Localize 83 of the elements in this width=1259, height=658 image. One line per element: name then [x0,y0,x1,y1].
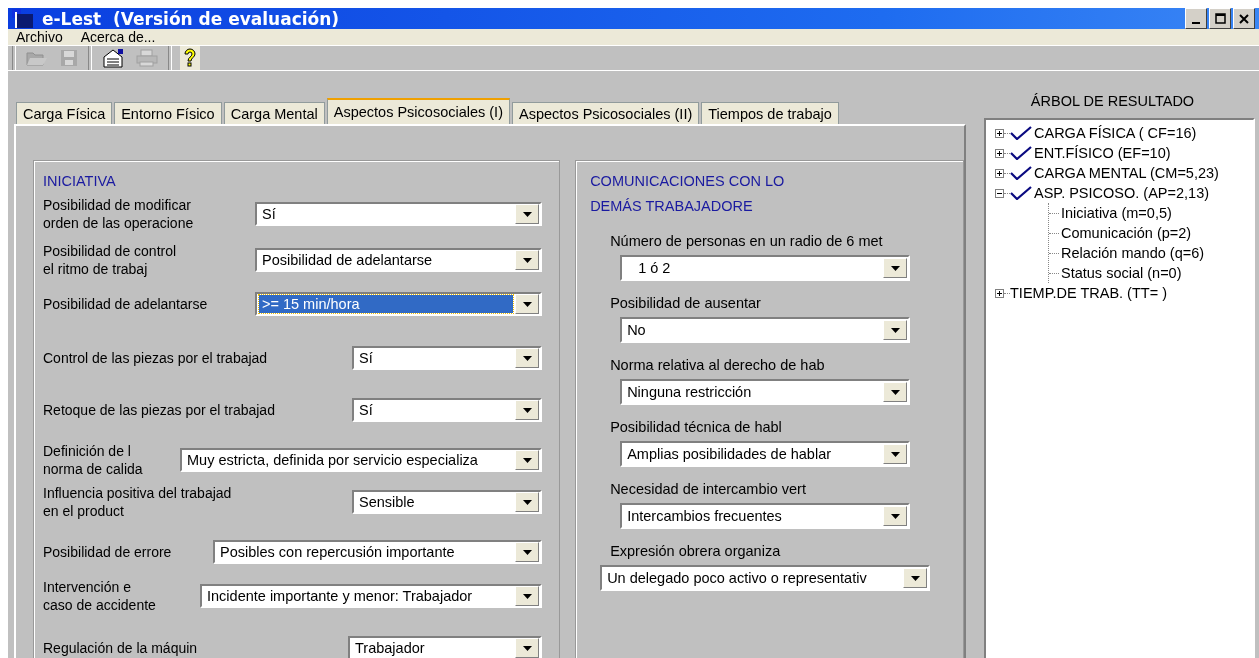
tab[interactable]: Carga Física [16,102,113,124]
field-label: Posibilidad de adelantarse [43,295,209,313]
dropdown[interactable]: No [620,317,911,343]
field-label: Norma relativa al derecho de hab [610,357,826,373]
menu-item[interactable]: Archivo [16,29,63,45]
expand-icon[interactable] [995,148,1004,158]
tree-item[interactable]: ENT.FÍSICO (EF=10) [1034,145,1171,161]
dropdown-arrow-icon [890,327,900,333]
tree-heading: ÁRBOL DE RESULTADO [1030,92,1195,110]
dropdown-arrow-icon [522,257,532,263]
tab[interactable]: Aspectos Psicosociales (II) [512,102,700,124]
close-button[interactable] [1233,8,1255,29]
field-label: Posibilidad de modificar orden de las operacione [43,196,195,232]
field-label: Influencia positiva del trabajad en el product [43,484,233,520]
tree-item[interactable]: Comunicación (p=2) [1061,225,1192,241]
dropdown[interactable]: Posibilidad de adelantarse [255,248,543,272]
dropdown-arrow-icon [890,265,900,271]
maximize-icon [1214,13,1226,24]
dropdown[interactable]: Amplias posibilidades de hablar [620,441,911,467]
dropdown[interactable]: Posibles con repercusión importante [213,540,543,564]
dropdown-arrow-icon [522,499,532,505]
field-label: Posibilidad de errore [43,543,173,561]
tab[interactable]: Entorno Físico [114,102,222,124]
field-label: Número de personas en un radio de 6 met [610,233,884,249]
field-label: Control de las piezas por el trabajad [43,349,269,367]
tree-item[interactable]: TIEMP.DE TRAB. (TT= ) [1010,285,1167,301]
field-label: Expresión obrera organiza [609,543,782,559]
minimize-button[interactable] [1185,8,1207,29]
expand-icon[interactable] [995,128,1004,138]
dropdown[interactable]: Sí [352,346,543,370]
dropdown[interactable]: Un delegado poco activo o representativ [600,565,931,591]
field-label: Definición de l norma de calida [43,442,144,478]
tree-item[interactable]: Iniciativa (m=0,5) [1061,205,1172,221]
dropdown-arrow-icon [522,549,532,555]
tree-item[interactable]: CARGA MENTAL (CM=5,23) [1034,165,1219,181]
dropdown-arrow-icon [910,575,920,581]
dropdown[interactable]: Ninguna restricción [620,379,911,405]
expand-icon[interactable] [995,168,1004,178]
dropdown-arrow-icon [890,389,900,395]
tree-item[interactable]: Relación mando (q=6) [1061,245,1205,261]
tab[interactable]: Carga Mental [223,102,325,124]
dropdown-arrow-icon [522,645,532,651]
field-label: Posibilidad de control el ritmo de trabaj [43,242,178,278]
field-label: Retoque de las piezas por el trabajad [43,401,276,419]
dropdown[interactable]: Muy estricta, definida por servicio especializa [180,448,543,472]
dropdown[interactable]: Trabajador [348,636,543,658]
dropdown-arrow-icon [522,407,532,413]
dropdown[interactable]: Sí [352,398,543,422]
dropdown[interactable]: 1 ó 2 [620,255,911,281]
group-heading: COMUNICACIONES CON LO DEMÁS TRABAJADORE [590,172,786,216]
field-label: Necesidad de intercambio vert [610,481,807,497]
menu-item[interactable]: Acerca de... [80,29,156,45]
tab[interactable]: Aspectos Psicosociales (I) [326,98,510,124]
field-label: Intervención e caso de accidente [43,578,157,614]
dropdown[interactable]: Incidente importante y menor: Trabajador [200,584,543,608]
field-label: Posibilidad técnica de habl [610,419,783,435]
dropdown-arrow-icon [522,301,532,307]
dropdown-arrow-icon [522,355,532,361]
dropdown-arrow-icon [890,513,900,519]
properties-button[interactable] [100,46,126,70]
expand-icon[interactable] [995,288,1004,298]
minimize-icon [1192,21,1200,24]
dropdown[interactable]: Sensible [352,490,543,514]
tree-item[interactable]: Status social (n=0) [1061,265,1182,281]
dropdown-arrow-icon [522,593,532,599]
maximize-button[interactable] [1209,8,1231,29]
dropdown[interactable]: Intercambios frecuentes [620,503,911,529]
field-label: Posibilidad de ausentar [610,295,762,311]
tree-item[interactable]: CARGA FÍSICA ( CF=16) [1034,125,1197,141]
collapse-icon[interactable] [995,188,1004,198]
app-icon [12,8,34,29]
tab[interactable]: Tiempos de trabajo [701,102,839,124]
dropdown[interactable]: >= 15 min/hora [255,292,543,316]
window-title: e-Lest (Versión de evaluación) [42,8,340,29]
close-icon [1239,13,1249,24]
group-heading: INICIATIVA [43,172,117,191]
dropdown-arrow-icon [522,457,532,463]
help-button[interactable] [180,46,200,70]
dropdown-arrow-icon [890,451,900,457]
tree-item[interactable]: ASP. PSICOSO. (AP=2,13) [1034,185,1210,201]
dropdown-arrow-icon [522,211,532,217]
dropdown[interactable]: Sí [255,202,543,226]
field-label: Regulación de la máquin [43,639,199,657]
